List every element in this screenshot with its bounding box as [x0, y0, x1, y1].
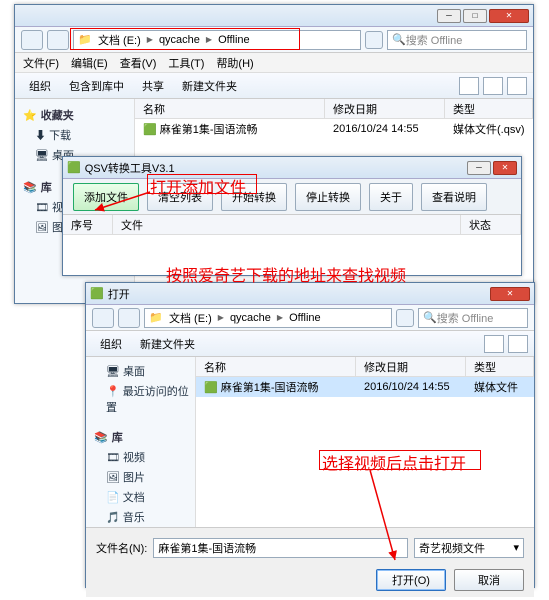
filename-bar: 文件名(N): 奇艺视频文件▾: [86, 527, 534, 567]
app-icon: 🟩: [90, 287, 104, 300]
sidebar-libraries[interactable]: 📚 库: [88, 425, 193, 447]
qsv-list-header: 序号 文件 状态: [63, 215, 521, 235]
col-status[interactable]: 状态: [461, 215, 521, 234]
menu-tools[interactable]: 工具(T): [168, 55, 204, 71]
breadcrumb[interactable]: 📁 文档 (E:)▶ qycache▶ Offline: [144, 308, 392, 328]
forward-button[interactable]: [47, 30, 69, 50]
include-button[interactable]: 包含到库中: [61, 75, 132, 97]
sidebar-item-desktop[interactable]: 🖥 桌面: [88, 361, 193, 381]
about-button[interactable]: 关于: [369, 183, 413, 211]
help-doc-button[interactable]: 查看说明: [421, 183, 487, 211]
folder-icon: 📁: [149, 311, 163, 325]
search-placeholder: 搜索 Offline: [437, 310, 494, 326]
minimize-button[interactable]: ─: [467, 161, 491, 175]
titlebar: ─ □ ✕: [15, 5, 533, 27]
crumb[interactable]: 文档 (E:): [165, 310, 216, 326]
sidebar-item-video[interactable]: 🎞 视频: [88, 447, 193, 467]
forward-button[interactable]: [118, 308, 140, 328]
col-date[interactable]: 修改日期: [356, 357, 466, 376]
view-options-button[interactable]: [459, 77, 479, 95]
view-options-button[interactable]: [484, 335, 504, 353]
qsv-toolbar: 添加文件 清空列表 开始转换 停止转换 关于 查看说明: [63, 179, 521, 215]
open-toolbar: 组织 新建文件夹: [86, 331, 534, 357]
sidebar-item-docs[interactable]: 📄 文档: [88, 487, 193, 507]
filename-label: 文件名(N):: [96, 540, 147, 556]
search-input[interactable]: 🔍 搜索 Offline: [418, 308, 528, 328]
start-convert-button[interactable]: 开始转换: [221, 183, 287, 211]
clear-list-button[interactable]: 清空列表: [147, 183, 213, 211]
help-button[interactable]: [507, 77, 527, 95]
add-file-button[interactable]: 添加文件: [73, 183, 139, 211]
organize-button[interactable]: 组织: [21, 75, 59, 97]
col-file[interactable]: 文件: [113, 215, 461, 234]
app-icon: 🟩: [67, 161, 81, 174]
folder-icon: 📁: [78, 33, 92, 47]
sidebar-item-downloads[interactable]: ⬇ 下载: [17, 125, 132, 145]
qsv-file-icon: 🟩: [204, 382, 218, 394]
breadcrumb[interactable]: 📁 文档 (E:)▶ qycache▶ Offline: [73, 30, 361, 50]
col-date[interactable]: 修改日期: [325, 99, 445, 118]
file-row-selected[interactable]: 🟩 麻雀第1集-国语流畅 2016/10/24 14:55 媒体文件: [196, 377, 534, 397]
preview-pane-button[interactable]: [483, 77, 503, 95]
col-name[interactable]: 名称: [135, 99, 325, 118]
qsv-file-icon: 🟩: [143, 124, 157, 136]
open-sidebar: 🖥 桌面 📍 最近访问的位置 📚 库 🎞 视频 🖼 图片 📄 文档 🎵 音乐 📺…: [86, 357, 196, 527]
open-dialog: 🟩 打开 ✕ 📁 文档 (E:)▶ qycache▶ Offline 🔍 搜索 …: [85, 282, 535, 588]
crumb[interactable]: Offline: [285, 312, 325, 324]
refresh-button[interactable]: [365, 31, 383, 49]
newfolder-button[interactable]: 新建文件夹: [132, 333, 203, 355]
file-row[interactable]: 🟩 麻雀第1集-国语流畅 2016/10/24 14:55 媒体文件(.qsv): [135, 119, 533, 139]
minimize-button[interactable]: ─: [437, 9, 461, 23]
search-icon: 🔍: [392, 33, 406, 46]
qsv-window: 🟩 QSV转换工具V3.1 ─ ✕ 添加文件 清空列表 开始转换 停止转换 关于…: [62, 156, 522, 276]
open-address-bar: 📁 文档 (E:)▶ qycache▶ Offline 🔍 搜索 Offline: [86, 305, 534, 331]
close-button[interactable]: ✕: [493, 161, 517, 175]
open-file-list: 名称 修改日期 类型 🟩 麻雀第1集-国语流畅 2016/10/24 14:55…: [196, 357, 534, 527]
crumb[interactable]: Offline: [214, 34, 254, 46]
newfolder-button[interactable]: 新建文件夹: [174, 75, 245, 97]
crumb[interactable]: qycache: [226, 312, 275, 324]
search-placeholder: 搜索 Offline: [406, 32, 463, 48]
file-type-filter[interactable]: 奇艺视频文件▾: [414, 538, 524, 558]
col-num[interactable]: 序号: [63, 215, 113, 234]
sidebar-favorites[interactable]: ⭐ 收藏夹: [17, 103, 132, 125]
share-button[interactable]: 共享: [134, 75, 172, 97]
menu-edit[interactable]: 编辑(E): [71, 55, 108, 71]
close-button[interactable]: ✕: [489, 9, 529, 23]
open-titlebar: 🟩 打开 ✕: [86, 283, 534, 305]
stop-convert-button[interactable]: 停止转换: [295, 183, 361, 211]
col-type[interactable]: 类型: [466, 357, 534, 376]
sidebar-item-recent[interactable]: 📍 最近访问的位置: [88, 381, 193, 417]
close-button[interactable]: ✕: [490, 287, 530, 301]
menu-file[interactable]: 文件(F): [23, 55, 59, 71]
back-button[interactable]: [92, 308, 114, 328]
toolbar: 组织 包含到库中 共享 新建文件夹: [15, 73, 533, 99]
maximize-button[interactable]: □: [463, 9, 487, 23]
help-button[interactable]: [508, 335, 528, 353]
menu-help[interactable]: 帮助(H): [216, 55, 253, 71]
refresh-button[interactable]: [396, 309, 414, 327]
crumb[interactable]: qycache: [155, 34, 204, 46]
col-type[interactable]: 类型: [445, 99, 533, 118]
col-name[interactable]: 名称: [196, 357, 356, 376]
search-input[interactable]: 🔍 搜索 Offline: [387, 30, 527, 50]
open-button[interactable]: 打开(O): [376, 569, 446, 591]
cancel-button[interactable]: 取消: [454, 569, 524, 591]
search-icon: 🔍: [423, 311, 437, 324]
open-dialog-title: 打开: [108, 286, 130, 302]
back-button[interactable]: [21, 30, 43, 50]
menubar: 文件(F) 编辑(E) 查看(V) 工具(T) 帮助(H): [15, 53, 533, 73]
menu-view[interactable]: 查看(V): [120, 55, 157, 71]
filename-input[interactable]: [153, 538, 408, 558]
qsv-titlebar: 🟩 QSV转换工具V3.1 ─ ✕: [63, 157, 521, 179]
address-bar: 📁 文档 (E:)▶ qycache▶ Offline 🔍 搜索 Offline: [15, 27, 533, 53]
organize-button[interactable]: 组织: [92, 333, 130, 355]
crumb[interactable]: 文档 (E:): [94, 32, 145, 48]
dialog-buttons: 打开(O) 取消: [86, 567, 534, 597]
sidebar-item-music[interactable]: 🎵 音乐: [88, 507, 193, 527]
qsv-title: QSV转换工具V3.1: [85, 160, 175, 176]
sidebar-item-pictures[interactable]: 🖼 图片: [88, 467, 193, 487]
